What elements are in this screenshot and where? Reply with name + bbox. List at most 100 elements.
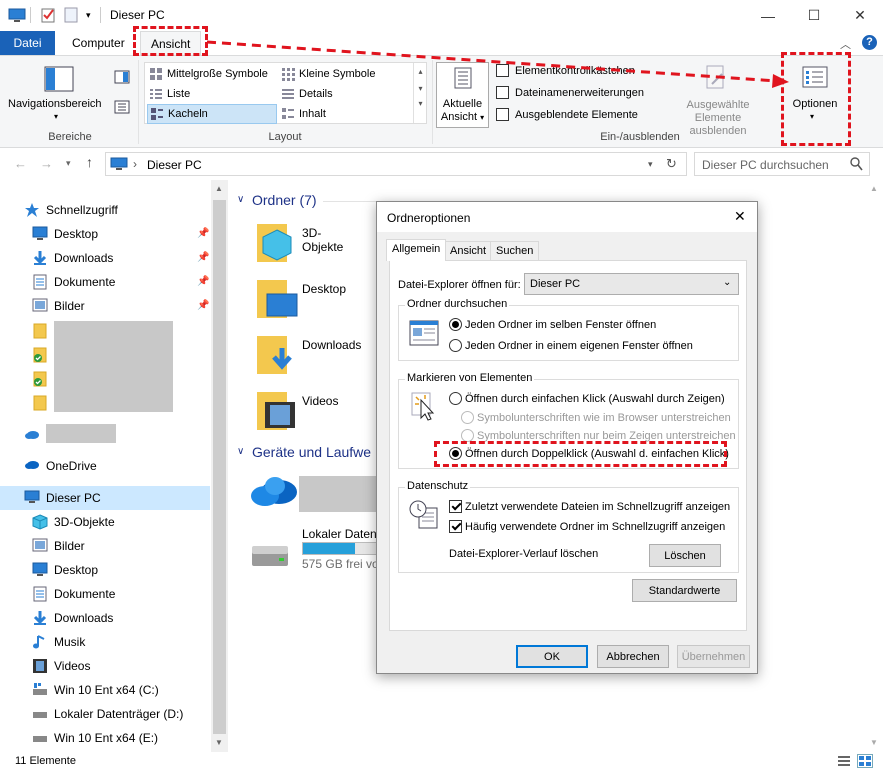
address-bar[interactable]: › Dieser PC ▾ ↻ bbox=[105, 152, 687, 176]
nav-documents[interactable]: Dokumente bbox=[32, 582, 115, 606]
navigation-pane: Schnellzugriff Desktop 📌 Downloads 📌 Dok… bbox=[0, 180, 229, 752]
refresh-icon[interactable]: ↻ bbox=[666, 156, 677, 172]
up-icon[interactable]: ↑ bbox=[86, 154, 93, 170]
highlight-ansicht-tab bbox=[133, 26, 208, 56]
computer-icon bbox=[110, 157, 128, 171]
nav-quick-access[interactable]: Schnellzugriff bbox=[24, 198, 118, 222]
quick-access-dropdown-icon[interactable]: ▾ bbox=[86, 10, 91, 21]
drive-usage-bar bbox=[302, 542, 378, 555]
folder-item-videos[interactable]: Videos bbox=[255, 388, 338, 432]
forward-icon[interactable]: → bbox=[40, 156, 53, 171]
scroll-up-icon[interactable]: ▲ bbox=[870, 184, 878, 193]
scroll-down-icon[interactable]: ▼ bbox=[870, 738, 878, 747]
hidden-items-toggle[interactable]: Ausgeblendete Elemente bbox=[496, 108, 638, 121]
download-icon bbox=[32, 250, 48, 266]
navigation-pane-button[interactable]: Navigationsbereich bbox=[8, 98, 102, 110]
checkbox[interactable] bbox=[496, 108, 509, 121]
drive-name[interactable]: Lokaler Datent bbox=[302, 527, 380, 541]
help-icon[interactable]: ? bbox=[862, 35, 877, 50]
desktop-icon bbox=[32, 226, 48, 242]
close-icon[interactable]: ✕ bbox=[734, 208, 746, 225]
pin-icon[interactable]: 📌 bbox=[197, 300, 209, 311]
recent-locations-icon[interactable]: ▾ bbox=[66, 158, 71, 169]
nav-drive-d[interactable]: Lokaler Datenträger (D:) bbox=[32, 702, 183, 726]
breadcrumb[interactable]: Dieser PC bbox=[147, 158, 202, 172]
ribbon-collapse-icon[interactable]: ︿ bbox=[840, 36, 851, 52]
nav-downloads-pinned[interactable]: Downloads bbox=[32, 246, 113, 270]
pin-icon[interactable]: 📌 bbox=[197, 276, 209, 287]
nav-downloads[interactable]: Downloads bbox=[32, 606, 113, 630]
window-title: Dieser PC bbox=[110, 8, 165, 22]
details-pane-icon[interactable] bbox=[114, 100, 130, 114]
nav-drive-c[interactable]: Win 10 Ent x64 (C:) bbox=[32, 678, 159, 702]
chevron-down-icon[interactable]: ∨ bbox=[237, 194, 244, 205]
back-icon[interactable]: ← bbox=[14, 156, 27, 171]
scroll-down-icon[interactable]: ▼ bbox=[215, 738, 223, 747]
new-folder-icon[interactable] bbox=[64, 7, 78, 23]
chevron-down-icon[interactable]: ▾ bbox=[648, 159, 653, 170]
nav-scrollbar[interactable]: ▲ ▼ bbox=[211, 180, 228, 752]
pin-icon[interactable]: 📌 bbox=[197, 228, 209, 239]
tab-datei[interactable]: Datei bbox=[0, 31, 55, 55]
restore-defaults-button[interactable]: Standardwerte bbox=[632, 579, 737, 602]
current-view-label: Ansicht ▾ bbox=[440, 111, 485, 123]
nav-drive-e[interactable]: Win 10 Ent x64 (E:) bbox=[32, 726, 158, 750]
radio-same-window[interactable]: Jeden Ordner im selben Fenster öffnen bbox=[449, 318, 656, 331]
navigation-pane-icon[interactable] bbox=[44, 66, 74, 92]
folder-item-downloads[interactable]: Downloads bbox=[255, 332, 361, 376]
properties-icon[interactable] bbox=[40, 7, 56, 23]
videos-folder-icon bbox=[257, 392, 295, 430]
nav-documents-pinned[interactable]: Dokumente bbox=[32, 270, 115, 294]
dialog-titlebar: Ordneroptionen ✕ bbox=[377, 202, 757, 232]
nav-desktop[interactable]: Desktop bbox=[32, 558, 98, 582]
ok-button[interactable]: OK bbox=[516, 645, 588, 668]
desktop-folder-icon bbox=[257, 280, 298, 318]
pin-icon[interactable]: 📌 bbox=[197, 252, 209, 263]
tab-view[interactable]: Ansicht bbox=[444, 241, 493, 261]
cancel-button[interactable]: Abbrechen bbox=[597, 645, 669, 668]
maximize-icon[interactable]: ☐ bbox=[791, 0, 837, 31]
layout-tiles[interactable]: Kacheln bbox=[147, 104, 277, 124]
document-icon bbox=[32, 586, 48, 602]
clear-history-button[interactable]: Löschen bbox=[649, 544, 721, 567]
chevron-down-icon[interactable]: ∨ bbox=[237, 446, 244, 457]
nav-music[interactable]: Musik bbox=[32, 630, 85, 654]
scroll-up-icon[interactable]: ▲ bbox=[215, 184, 223, 193]
layout-content[interactable]: Inhalt bbox=[279, 104, 411, 124]
minimize-icon[interactable]: — bbox=[745, 0, 791, 31]
search-box[interactable]: Dieser PC durchsuchen bbox=[694, 152, 870, 176]
redacted-block bbox=[54, 321, 173, 412]
pictures-icon bbox=[32, 538, 48, 554]
nav-onedrive[interactable]: OneDrive bbox=[24, 454, 97, 478]
tab-general[interactable]: Allgemein bbox=[386, 239, 447, 261]
search-input[interactable]: Dieser PC durchsuchen bbox=[702, 158, 829, 172]
radio-underline-browser[interactable]: Symbolunterschriften wie im Browser unte… bbox=[461, 411, 731, 424]
nav-pictures-pinned[interactable]: Bilder bbox=[32, 294, 85, 318]
nav-this-pc[interactable]: Dieser PC bbox=[24, 486, 101, 510]
close-icon[interactable]: ✕ bbox=[837, 0, 883, 31]
nav-3d-objects[interactable]: 3D-Objekte bbox=[32, 510, 115, 534]
privacy-group-label: Datenschutz bbox=[405, 480, 471, 492]
nav-pictures[interactable]: Bilder bbox=[32, 534, 85, 558]
open-for-select[interactable]: Dieser PC ⌄ bbox=[524, 273, 739, 295]
radio-new-window[interactable]: Jeden Ordner in einem eigenen Fenster öf… bbox=[449, 339, 693, 352]
folder-item-desktop[interactable]: Desktop bbox=[255, 276, 346, 320]
scroll-thumb[interactable] bbox=[213, 200, 226, 734]
folder-item-3d-objects[interactable]: 3D-Objekte bbox=[255, 220, 343, 264]
nav-videos[interactable]: Videos bbox=[32, 654, 90, 678]
click-group-label: Markieren von Elementen bbox=[405, 372, 535, 384]
tab-search[interactable]: Suchen bbox=[490, 241, 540, 261]
search-icon[interactable] bbox=[849, 156, 863, 172]
checkbox-frequent-folders[interactable]: Häufig verwendete Ordner im Schnellzugri… bbox=[449, 520, 725, 533]
preview-pane-icon[interactable] bbox=[114, 70, 130, 84]
radio-single-click[interactable]: Öffnen durch einfachen Klick (Auswahl du… bbox=[449, 392, 725, 405]
checkbox-recent-files[interactable]: Zuletzt verwendete Dateien im Schnellzug… bbox=[449, 500, 730, 513]
content-scrollbar[interactable]: ▲ ▼ bbox=[866, 180, 883, 752]
status-bar: 11 Elemente bbox=[0, 752, 883, 774]
tab-computer[interactable]: Computer bbox=[62, 31, 135, 55]
nav-desktop-pinned[interactable]: Desktop bbox=[32, 222, 98, 246]
details-view-icon[interactable] bbox=[837, 755, 851, 767]
privacy-group: Datenschutz Zuletzt verwendete Dateien i… bbox=[398, 480, 739, 573]
tiles-view-icon[interactable] bbox=[857, 754, 873, 768]
apply-button[interactable]: Übernehmen bbox=[677, 645, 750, 668]
